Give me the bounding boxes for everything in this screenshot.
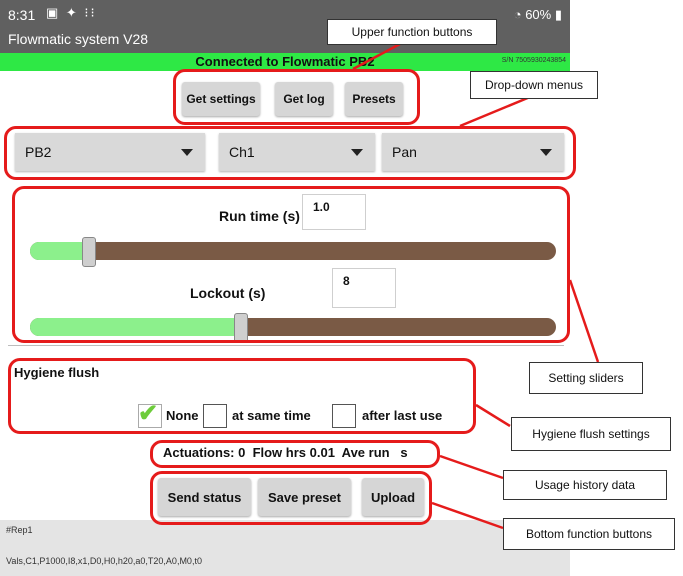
battery-icon: ▮ [554, 7, 562, 22]
divider [8, 345, 564, 346]
battery-indicator: ◔ 60% ▮ [514, 7, 562, 23]
status-time: 8:31 [8, 7, 36, 23]
log-output: #Rep1 Vals,C1,P1000,I8,x1,D0,H0,h20,a0,T… [0, 520, 570, 576]
bottom-buttons-callout: Bottom function buttons [503, 518, 675, 550]
hygiene-callout: Hygiene flush settings [511, 417, 671, 451]
log-line: #Rep1 [6, 525, 33, 535]
app-title: Flowmatic system V28 [8, 31, 149, 47]
serial-number: S/N 7505930243854 [501, 57, 566, 64]
sliders-callout: Setting sliders [529, 362, 643, 394]
upper-buttons-callout: Upper function buttons [327, 19, 497, 45]
dropdowns-callout: Drop-down menus [470, 71, 598, 99]
wifi-icon: ◔ [513, 7, 522, 22]
dropdowns-highlight [4, 126, 576, 180]
hygiene-highlight [8, 358, 476, 434]
sliders-highlight [12, 186, 570, 343]
battery-level: 60% [525, 7, 552, 22]
sliders-connector [568, 279, 600, 363]
usage-callout: Usage history data [503, 470, 667, 500]
bottom-buttons-highlight [150, 471, 432, 525]
log-line: Vals,C1,P1000,I8,x1,D0,H0,h20,a0,T20,A0,… [6, 556, 202, 566]
upper-buttons-highlight [173, 69, 420, 125]
usage-highlight [150, 440, 440, 468]
notification-icons: ▣ ✦ ⁝⁝ [46, 5, 97, 20]
connection-status: Connected to Flowmatic PB2 [195, 54, 375, 69]
